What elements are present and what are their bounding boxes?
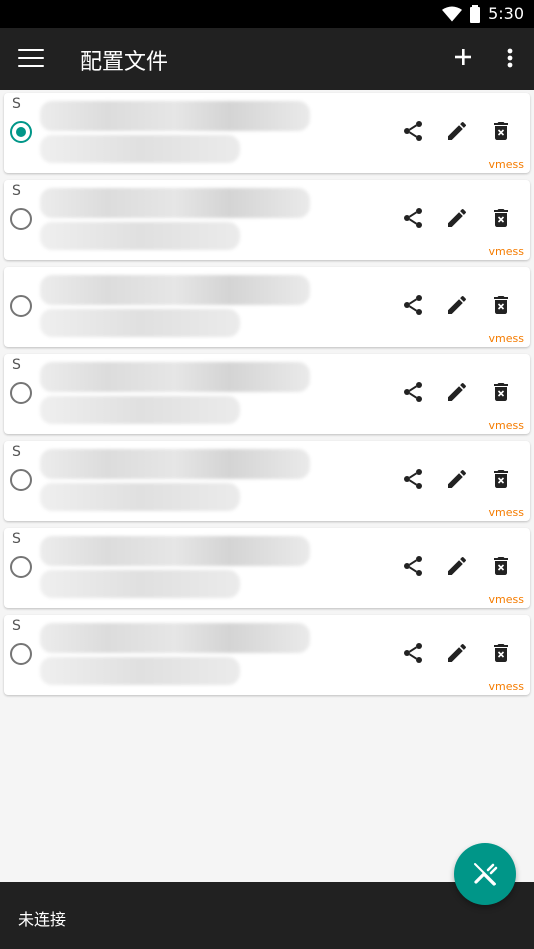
profile-prefix: S [12,444,21,460]
more-vert-icon[interactable] [500,44,520,72]
profile-card[interactable]: vmess [4,267,530,347]
profile-radio[interactable] [10,121,32,143]
profile-name-redacted [40,362,310,392]
page-title: 配置文件 [80,50,169,75]
profile-address-redacted [40,135,240,163]
profile-address-redacted [40,222,240,250]
profile-actions [400,292,514,318]
profile-card[interactable]: S vmess [4,441,530,521]
profile-radio[interactable] [10,208,32,230]
profile-card[interactable]: S vmess [4,528,530,608]
battery-icon [470,4,481,23]
profile-radio[interactable] [10,382,32,404]
profile-address-redacted [40,396,240,424]
profile-card[interactable]: S vmess [4,354,530,434]
profile-name-redacted [40,188,310,218]
delete-icon[interactable] [488,118,514,144]
profile-name-redacted [40,101,310,131]
protocol-label: vmess [488,593,524,606]
protocol-label: vmess [488,158,524,171]
profile-radio[interactable] [10,295,32,317]
edit-icon[interactable] [444,205,470,231]
profile-radio[interactable] [10,643,32,665]
bottom-bar: 未连接 [0,882,534,949]
profile-name-redacted [40,536,310,566]
protocol-label: vmess [488,680,524,693]
profile-radio[interactable] [10,556,32,578]
app-bar: 配置文件 [0,28,534,90]
profile-actions [400,640,514,666]
profile-prefix: S [12,357,21,373]
delete-icon[interactable] [488,640,514,666]
delete-icon[interactable] [488,553,514,579]
delete-icon[interactable] [488,292,514,318]
profile-card[interactable]: S vmess [4,93,530,173]
profile-actions [400,466,514,492]
profile-address-redacted [40,570,240,598]
profile-address-redacted [40,657,240,685]
protocol-label: vmess [488,419,524,432]
edit-icon[interactable] [444,118,470,144]
edit-icon[interactable] [444,640,470,666]
delete-icon[interactable] [488,466,514,492]
profile-actions [400,379,514,405]
profile-card[interactable]: S vmess [4,615,530,695]
profile-prefix: S [12,96,21,112]
profile-card[interactable]: S vmess [4,180,530,260]
edit-icon[interactable] [444,292,470,318]
profile-actions [400,118,514,144]
share-icon[interactable] [400,553,426,579]
profile-name-redacted [40,275,310,305]
share-icon[interactable] [400,640,426,666]
profile-name-redacted [40,449,310,479]
menu-icon[interactable] [18,45,44,71]
add-icon[interactable] [450,42,476,72]
delete-icon[interactable] [488,379,514,405]
profile-prefix: S [12,618,21,634]
profile-name-redacted [40,623,310,653]
profile-address-redacted [40,309,240,337]
protocol-label: vmess [488,506,524,519]
share-icon[interactable] [400,466,426,492]
protocol-label: vmess [488,332,524,345]
delete-icon[interactable] [488,205,514,231]
profile-prefix: S [12,183,21,199]
profile-actions [400,553,514,579]
connect-fab[interactable] [454,843,516,905]
share-icon[interactable] [400,118,426,144]
status-bar: 5:30 [0,0,534,28]
share-icon[interactable] [400,379,426,405]
protocol-label: vmess [488,245,524,258]
status-time: 5:30 [488,4,524,23]
profile-radio[interactable] [10,469,32,491]
profile-address-redacted [40,483,240,511]
fab-connect-icon [474,863,498,886]
profile-actions [400,205,514,231]
share-icon[interactable] [400,292,426,318]
edit-icon[interactable] [444,553,470,579]
share-icon[interactable] [400,205,426,231]
edit-icon[interactable] [444,466,470,492]
edit-icon[interactable] [444,379,470,405]
connection-status: 未连接 [18,910,67,929]
wifi-icon [442,6,463,21]
profile-prefix: S [12,531,21,547]
